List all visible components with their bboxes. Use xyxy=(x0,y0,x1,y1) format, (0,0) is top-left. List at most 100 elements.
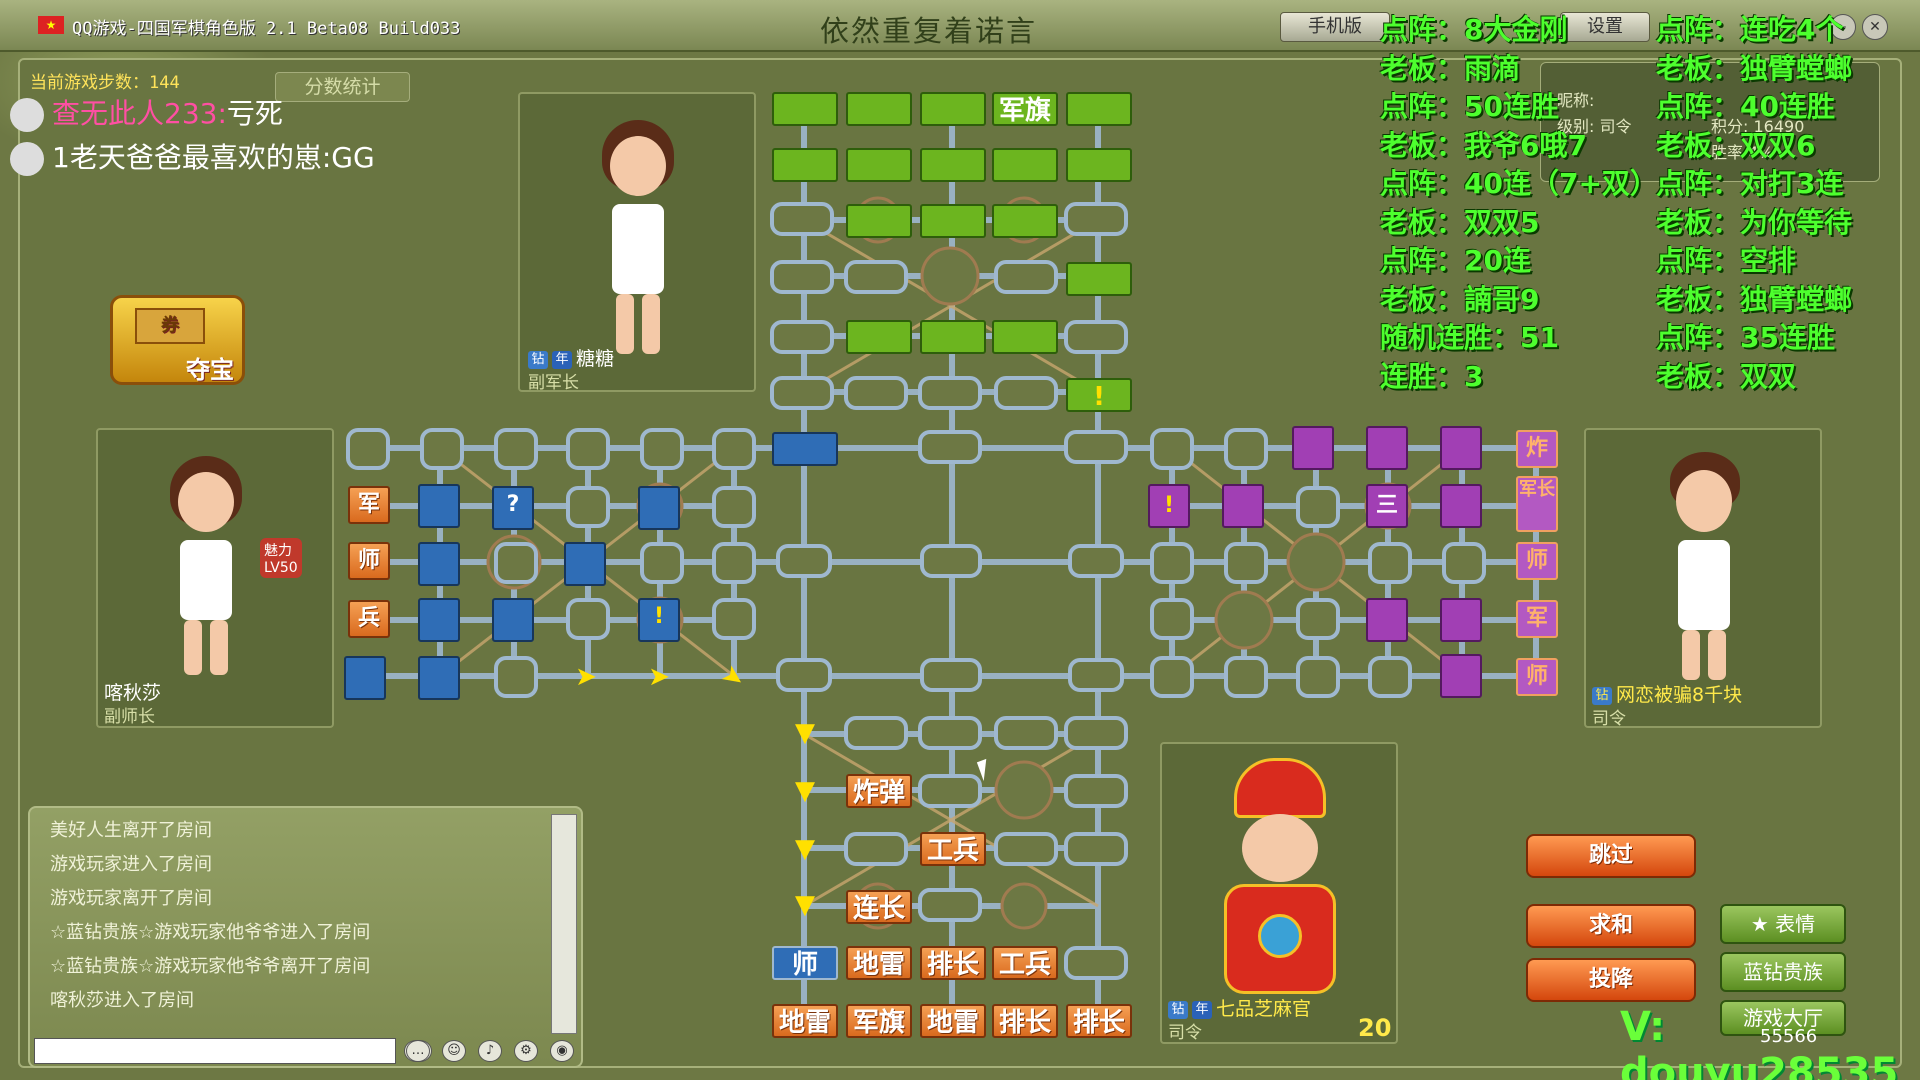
board-piece[interactable] xyxy=(344,656,386,700)
board-piece[interactable] xyxy=(772,148,838,182)
board-piece-marked[interactable]: ? xyxy=(492,486,534,530)
chat-line: ☆蓝钻贵族☆游戏玩家他爷爷离开了房间 xyxy=(50,956,371,977)
board-piece[interactable] xyxy=(920,204,986,238)
overlay-line: 点阵：50连胜 xyxy=(1380,90,1559,123)
board-piece[interactable] xyxy=(564,542,606,586)
board-piece[interactable] xyxy=(1066,262,1132,296)
board-piece[interactable]: 军 xyxy=(1516,600,1558,638)
move-arrow-icon: ▼ xyxy=(795,890,815,920)
board-piece-flag[interactable]: 军旗 xyxy=(992,92,1058,126)
board-piece[interactable]: 工兵 xyxy=(992,946,1058,980)
chat-line: 喀秋莎进入了房间 xyxy=(50,990,194,1011)
board-piece[interactable] xyxy=(846,92,912,126)
board-piece[interactable] xyxy=(772,432,838,466)
move-arrow-icon: ▼ xyxy=(795,776,815,806)
board-piece[interactable] xyxy=(992,148,1058,182)
overlay-line: 点阵：8大金刚 xyxy=(1380,13,1568,46)
board-piece[interactable]: 军旗 xyxy=(846,1004,912,1038)
board-piece[interactable] xyxy=(920,92,986,126)
board-piece[interactable]: 地雷 xyxy=(772,1004,838,1038)
board-piece[interactable] xyxy=(920,148,986,182)
overlay-line: 老板：我爷6哦7 xyxy=(1380,128,1587,162)
chat-qq-icon[interactable]: ◉ xyxy=(550,1040,574,1062)
chat-input[interactable] xyxy=(34,1038,396,1064)
board-piece[interactable] xyxy=(992,204,1058,238)
board-piece[interactable] xyxy=(1440,426,1482,470)
emote-button[interactable]: ★ 表情 xyxy=(1720,904,1846,944)
chat-emoji-icon[interactable]: ☺ xyxy=(442,1040,466,1062)
chat-sound-icon[interactable]: ♪ xyxy=(478,1040,502,1062)
chat-line: 游戏玩家离开了房间 xyxy=(50,888,212,909)
move-arrow-icon: ▼ xyxy=(795,718,815,748)
move-arrow-icon: ➤ xyxy=(575,662,597,692)
board-piece[interactable]: 军长 xyxy=(1516,476,1558,532)
board-piece[interactable] xyxy=(418,484,460,528)
board-piece[interactable] xyxy=(418,656,460,700)
board-piece[interactable]: 师 xyxy=(1516,542,1558,580)
move-arrow-icon: ▼ xyxy=(795,834,815,864)
overlay-line: 随机连胜：51 xyxy=(1380,321,1559,354)
board-piece[interactable] xyxy=(1292,426,1334,470)
chat-line: 游戏玩家进入了房间 xyxy=(50,854,212,875)
board-piece[interactable] xyxy=(1440,654,1482,698)
chat-panel: 美好人生离开了房间 游戏玩家进入了房间 游戏玩家离开了房间 ☆蓝钻贵族☆游戏玩家… xyxy=(28,806,583,1068)
board-piece[interactable]: 地雷 xyxy=(846,946,912,980)
board-piece[interactable] xyxy=(772,92,838,126)
board-piece[interactable] xyxy=(1066,148,1132,182)
board-piece[interactable]: 炸 xyxy=(1516,430,1558,468)
board-piece[interactable]: 师 xyxy=(1516,658,1558,696)
board-piece[interactable]: 排长 xyxy=(1066,1004,1132,1038)
overlay-line: 点阵：连吃4个 xyxy=(1656,13,1844,46)
chat-speech-icon[interactable]: … xyxy=(406,1040,430,1062)
board-piece[interactable] xyxy=(920,320,986,354)
board-piece[interactable] xyxy=(1066,92,1132,126)
board-piece[interactable]: 炸弹 xyxy=(846,774,912,808)
skip-button[interactable]: 跳过 xyxy=(1526,834,1696,878)
overlay-line: 点阵：35连胜 xyxy=(1656,321,1835,354)
draw-button[interactable]: 求和 xyxy=(1526,904,1696,948)
board-piece[interactable] xyxy=(846,148,912,182)
board-piece-marked[interactable]: ! xyxy=(1066,378,1132,412)
board-piece[interactable]: 兵 xyxy=(348,600,390,638)
overlay-line: 点阵：40连（7+双） xyxy=(1380,167,1658,200)
board-piece[interactable]: 师 xyxy=(772,946,838,980)
board-piece[interactable]: 地雷 xyxy=(920,1004,986,1038)
surrender-button[interactable]: 投降 xyxy=(1526,958,1696,1002)
board-piece[interactable]: 工兵 xyxy=(920,832,986,866)
board-piece[interactable] xyxy=(638,486,680,530)
emote-label: 表情 xyxy=(1775,912,1816,936)
board-piece[interactable] xyxy=(418,542,460,586)
board-piece-marked[interactable]: ! xyxy=(638,598,680,642)
board-piece[interactable]: 军 xyxy=(348,486,390,524)
chat-line: ☆蓝钻贵族☆游戏玩家他爷爷进入了房间 xyxy=(50,922,371,943)
chat-tool-icon[interactable]: ⚙ xyxy=(514,1040,538,1062)
board-piece[interactable] xyxy=(492,598,534,642)
overlay-line: 点阵：对打3连 xyxy=(1656,167,1844,200)
board-piece[interactable] xyxy=(1366,426,1408,470)
overlay-line: 老板：独臂螳螂 xyxy=(1656,51,1853,85)
board-piece[interactable] xyxy=(1440,484,1482,528)
board-piece[interactable]: 师 xyxy=(348,542,390,580)
board-piece[interactable]: 排长 xyxy=(920,946,986,980)
overlay-line: 老板：独臂螳螂 xyxy=(1656,282,1853,316)
overlay-line: 老板：諵哥9 xyxy=(1380,282,1540,316)
board-piece[interactable] xyxy=(1366,598,1408,642)
overlay-line: 老板：为你等待 xyxy=(1656,205,1853,239)
board-piece[interactable] xyxy=(1440,598,1482,642)
overlay-line: 点阵：40连胜 xyxy=(1656,90,1835,123)
board-piece-marked[interactable]: ! xyxy=(1148,484,1190,528)
board-piece[interactable] xyxy=(418,598,460,642)
board-piece[interactable] xyxy=(1222,484,1264,528)
chat-scrollbar[interactable] xyxy=(551,814,577,1034)
overlay-line: 点阵：空排 xyxy=(1656,244,1797,277)
board-piece[interactable] xyxy=(846,204,912,238)
board-piece[interactable] xyxy=(992,320,1058,354)
board-piece[interactable] xyxy=(846,320,912,354)
nick-label: 昵称: xyxy=(1557,91,1595,110)
blue-diamond-button[interactable]: 蓝钻贵族 xyxy=(1720,952,1846,992)
board-piece[interactable]: 排长 xyxy=(992,1004,1058,1038)
move-arrow-icon: ➤ xyxy=(648,662,670,692)
board-piece-marked[interactable]: 三 xyxy=(1366,484,1408,528)
chat-line: 美好人生离开了房间 xyxy=(50,820,212,841)
board-piece[interactable]: 连长 xyxy=(846,890,912,924)
